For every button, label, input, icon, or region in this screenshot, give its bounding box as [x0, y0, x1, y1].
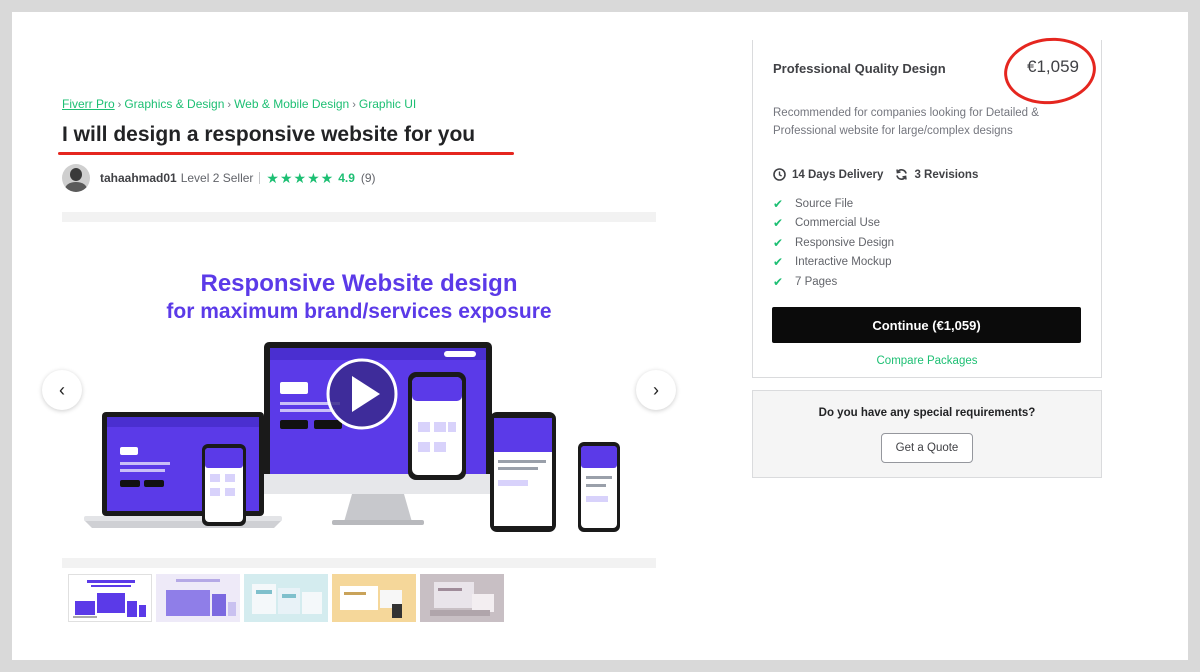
- gallery-prev-button[interactable]: ‹: [42, 370, 82, 410]
- get-quote-button[interactable]: Get a Quote: [881, 433, 973, 463]
- compare-packages-link[interactable]: Compare Packages: [753, 355, 1101, 367]
- gallery-thumbnail[interactable]: [420, 574, 504, 622]
- feature-item: ✔ Commercial Use: [773, 216, 880, 231]
- phone-mockup-center: [408, 372, 466, 480]
- breadcrumb-separator: ›: [227, 99, 232, 111]
- breadcrumb-separator: ›: [117, 99, 122, 111]
- breadcrumb-web-mobile-design[interactable]: Web & Mobile Design: [234, 97, 349, 111]
- chevron-left-icon: ‹: [59, 379, 65, 400]
- package-features: ✔ Source File ✔ Commercial Use ✔ Responsive…: [773, 194, 894, 292]
- gallery-thumbnails: [68, 574, 504, 622]
- refresh-icon: [895, 168, 908, 181]
- revision-count: 3 Revisions: [914, 168, 979, 181]
- rating-stars-icon: ★★★★★: [266, 169, 335, 186]
- phone-mockup-left: [202, 444, 246, 526]
- gallery-thumbnail[interactable]: [156, 574, 240, 622]
- seller-avatar[interactable]: [62, 164, 90, 192]
- gallery-top-bar: [62, 212, 656, 222]
- gallery-thumbnail[interactable]: [332, 574, 416, 622]
- feature-item: ✔ Interactive Mockup: [773, 255, 892, 270]
- breadcrumb-graphic-ui[interactable]: Graphic UI: [359, 97, 416, 111]
- chevron-right-icon: ›: [653, 379, 659, 400]
- breadcrumb: Fiverr Pro › Graphics & Design › Web & Mobil…: [62, 97, 416, 111]
- rating-count[interactable]: (9): [361, 171, 376, 185]
- breadcrumb-fiverr-pro[interactable]: Fiverr Pro: [62, 97, 115, 111]
- seller-overview: tahaahmad01 Level 2 Seller ★★★★★ 4.9 (9): [62, 164, 376, 192]
- gallery-main-slide[interactable]: Responsive Website design for maximum br…: [62, 222, 656, 567]
- seller-level: Level 2 Seller: [180, 171, 254, 185]
- quote-card: Do you have any special requirements? Ge…: [752, 390, 1102, 478]
- check-icon: ✔: [773, 255, 784, 270]
- clock-icon: [773, 168, 786, 181]
- rating-score: 4.9: [338, 171, 355, 185]
- gig-page: Fiverr Pro › Graphics & Design › Web & Mobil…: [12, 12, 1188, 660]
- gallery-next-button[interactable]: ›: [636, 370, 676, 410]
- check-icon: ✔: [773, 235, 784, 250]
- check-icon: ✔: [773, 274, 784, 289]
- feature-item: ✔ 7 Pages: [773, 274, 838, 289]
- gallery-bottom-bar: [62, 558, 656, 568]
- feature-item: ✔ Source File: [773, 196, 854, 211]
- feature-item: ✔ Responsive Design: [773, 235, 895, 250]
- tablet-mockup: [490, 412, 556, 532]
- breadcrumb-separator: ›: [352, 99, 356, 111]
- check-icon: ✔: [773, 196, 784, 211]
- phone-mockup-right: [578, 442, 620, 532]
- check-icon: ✔: [773, 216, 784, 231]
- package-description: Recommended for companies looking for De…: [773, 107, 1039, 137]
- seller-divider: [259, 172, 261, 184]
- title-highlight-underline: [58, 152, 514, 155]
- breadcrumb-graphics-design[interactable]: Graphics & Design: [124, 97, 224, 111]
- continue-button[interactable]: Continue (€1,059): [772, 307, 1081, 343]
- package-meta: 14 Days Delivery 3 Revisions: [773, 168, 978, 181]
- device-mockup-illustration: [84, 342, 620, 532]
- delivery-time: 14 Days Delivery: [792, 168, 884, 181]
- seller-name[interactable]: tahaahmad01: [100, 171, 177, 185]
- quote-question: Do you have any special requirements?: [818, 407, 1036, 419]
- gallery-thumbnail[interactable]: [68, 574, 152, 622]
- gallery-thumbnail[interactable]: [244, 574, 328, 622]
- gig-title: I will design a responsive website for y…: [62, 123, 476, 146]
- video-play-icon: [326, 358, 398, 430]
- laptop-mockup: [84, 412, 282, 528]
- package-name: Professional Quality Design: [773, 61, 946, 76]
